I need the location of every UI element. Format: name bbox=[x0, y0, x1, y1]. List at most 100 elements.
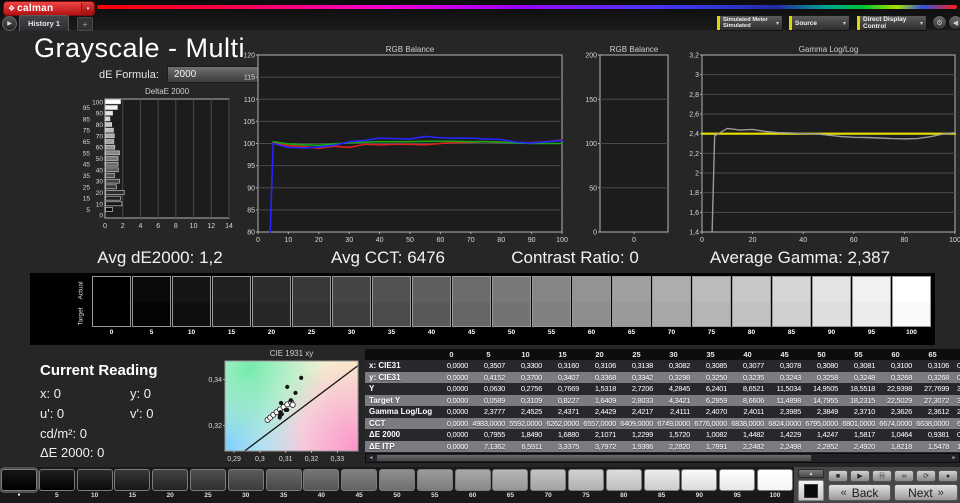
pattern-level-button-25[interactable]: 25 bbox=[190, 469, 226, 499]
meter-dropdown-label: Simulated Meter Simulated bbox=[723, 16, 768, 30]
svg-text:70: 70 bbox=[467, 237, 475, 244]
table-cell: 6838,0000 bbox=[731, 418, 764, 428]
new-tab-button[interactable]: + bbox=[77, 17, 93, 31]
pattern-swatch bbox=[341, 469, 378, 491]
pattern-level-button-90[interactable]: 90 bbox=[681, 469, 718, 499]
pattern-level-button-55[interactable]: 55 bbox=[416, 469, 453, 499]
meter-dropdown[interactable]: Simulated Meter Simulated ▾ bbox=[716, 15, 783, 31]
svg-text:80: 80 bbox=[247, 230, 255, 237]
target-half bbox=[253, 301, 290, 326]
table-cell: 2,4070 bbox=[705, 407, 727, 417]
pattern-level-button-100[interactable]: 100 bbox=[757, 469, 793, 499]
grayscale-swatches: 0 5 10 15 20 25 30 35 40 45 50 55 60 65 70 75 80 85 90 95 10… bbox=[92, 276, 932, 336]
pattern-level-button-5[interactable]: 5 bbox=[38, 469, 75, 499]
actual-half bbox=[253, 277, 290, 302]
svg-text:0: 0 bbox=[99, 213, 103, 220]
refresh-button[interactable]: ⟳ bbox=[916, 470, 936, 482]
back-button[interactable]: « Back bbox=[828, 484, 891, 501]
pattern-level-button-30[interactable]: 30 bbox=[227, 469, 264, 499]
pattern-level-button-15[interactable]: 15 bbox=[114, 469, 151, 499]
table-cell: 0,3248 bbox=[853, 372, 875, 382]
pattern-level-button-45[interactable]: 45 bbox=[341, 469, 378, 499]
svg-text:0,31: 0,31 bbox=[279, 456, 293, 462]
svg-text:20: 20 bbox=[749, 237, 757, 244]
pattern-level-button-75[interactable]: 75 bbox=[568, 469, 604, 499]
svg-text:90: 90 bbox=[528, 237, 536, 244]
calman-logo-button[interactable]: ❖ calman ▾ bbox=[3, 1, 95, 16]
settings-button[interactable]: ⚙ bbox=[932, 15, 947, 30]
svg-text:RGB Balance: RGB Balance bbox=[386, 45, 435, 54]
table-cell: 0,3268 bbox=[890, 372, 912, 382]
table-cell: 0,3078 bbox=[779, 361, 801, 371]
pattern-level-button-50[interactable]: 50 bbox=[379, 469, 415, 499]
grayscale-swatch-85: 85 bbox=[772, 276, 811, 336]
pattern-level-button-65[interactable]: 65 bbox=[492, 469, 529, 499]
gamma-chart-svg: Gamma Log/Log 1,4 1,6 1,8 2 2,2 2,4 2,6 2,8 3 3,2 0… bbox=[689, 45, 960, 244]
table-cell: 0,3342 bbox=[631, 372, 653, 382]
table-cell: 2,8033 bbox=[631, 395, 653, 405]
pattern-swatch bbox=[379, 469, 415, 491]
next-button[interactable]: Next » bbox=[894, 484, 958, 501]
stop-button[interactable]: ■ bbox=[828, 470, 848, 482]
record-icon: ● bbox=[945, 472, 951, 480]
table-cell: 2,2482 bbox=[742, 441, 764, 451]
pattern-level-button-40[interactable]: 40 bbox=[303, 469, 340, 499]
logo-menu-caret-icon[interactable]: ▾ bbox=[81, 3, 94, 14]
table-cell: 27,3072 bbox=[923, 395, 949, 405]
history-button[interactable]: Ⓗ bbox=[872, 470, 892, 482]
table-cell: 0,3077 bbox=[742, 361, 764, 371]
table-cell: 1,9386 bbox=[631, 441, 653, 451]
pattern-level-button-85[interactable]: 85 bbox=[643, 469, 680, 499]
display-control-dropdown[interactable]: Direct Display Control ▾ bbox=[856, 15, 927, 31]
table-cell: 6,2401 bbox=[705, 384, 727, 394]
table-cell: 7,1362 bbox=[483, 441, 505, 451]
scroll-right-icon[interactable]: ► bbox=[949, 454, 959, 462]
pattern-level-button-35[interactable]: 35 bbox=[265, 469, 302, 499]
source-dropdown[interactable]: Source ▾ bbox=[788, 15, 850, 31]
grayscale-swatch-box bbox=[492, 276, 531, 327]
pattern-level-button-80[interactable]: 80 bbox=[605, 469, 642, 499]
svg-text:1,4: 1,4 bbox=[689, 230, 699, 237]
table-cell: 6801,0000 bbox=[842, 418, 875, 428]
pattern-window-preview bbox=[804, 483, 818, 498]
play-button[interactable]: ▶ bbox=[850, 470, 870, 482]
table-cell: 0,0000 bbox=[446, 430, 468, 440]
table-cell: 0,0000 bbox=[446, 361, 468, 371]
table-scrollbar[interactable]: ◄ ► bbox=[365, 453, 960, 463]
pattern-level-button-10[interactable]: 10 bbox=[76, 469, 113, 499]
table-cell: 0,0630 bbox=[483, 384, 505, 394]
loop-button[interactable]: ∞ bbox=[894, 470, 914, 482]
scrollbar-thumb[interactable] bbox=[377, 455, 811, 461]
actual-half bbox=[813, 277, 850, 302]
pattern-level-button-95[interactable]: 95 bbox=[719, 469, 756, 499]
table-row: Gamma Log/Log 0,0000 2,3777 2,4525 2,4371 2,4… bbox=[365, 406, 960, 418]
pattern-level-button-0[interactable]: ● bbox=[1, 469, 37, 498]
page-title: Grayscale - Multi bbox=[34, 33, 246, 63]
tab-history-1[interactable]: History 1 bbox=[19, 15, 70, 31]
table-cell: 0,8227 bbox=[557, 395, 579, 405]
svg-text:DeltaE 2000: DeltaE 2000 bbox=[145, 87, 190, 96]
grayscale-swatch-label: 90 bbox=[827, 329, 836, 336]
nav-menu-button[interactable]: ▶ bbox=[2, 16, 17, 31]
record-button[interactable]: ● bbox=[938, 470, 958, 482]
deltae-chart-svg: DeltaE 200001020304050607080901005152535… bbox=[83, 87, 233, 230]
pattern-level-button-70[interactable]: 70 bbox=[530, 469, 567, 499]
table-cell: 0,3300 bbox=[520, 361, 542, 371]
scroll-left-icon[interactable]: ◄ bbox=[366, 454, 376, 462]
table-cell: 14,9505 bbox=[812, 384, 838, 394]
actual-half bbox=[853, 277, 890, 302]
target-row-label: Target bbox=[77, 307, 85, 326]
collapse-panel-button[interactable]: ◀ bbox=[948, 15, 960, 30]
table-cell: 0,3109 bbox=[520, 395, 542, 405]
pattern-level-label: 30 bbox=[242, 492, 250, 499]
reading-y: y: 0 bbox=[130, 386, 151, 401]
pattern-level-button-60[interactable]: 60 bbox=[454, 469, 491, 499]
pattern-window-expand-button[interactable]: ▲ bbox=[798, 469, 824, 478]
pattern-level-button-20[interactable]: 20 bbox=[152, 469, 189, 499]
svg-text:2,6: 2,6 bbox=[689, 112, 699, 119]
svg-text:45: 45 bbox=[83, 162, 91, 169]
pattern-window-button[interactable] bbox=[798, 480, 824, 501]
gear-icon: ⚙ bbox=[936, 19, 943, 27]
pattern-level-label: 95 bbox=[733, 492, 741, 499]
table-cell: 2,4217 bbox=[631, 407, 653, 417]
